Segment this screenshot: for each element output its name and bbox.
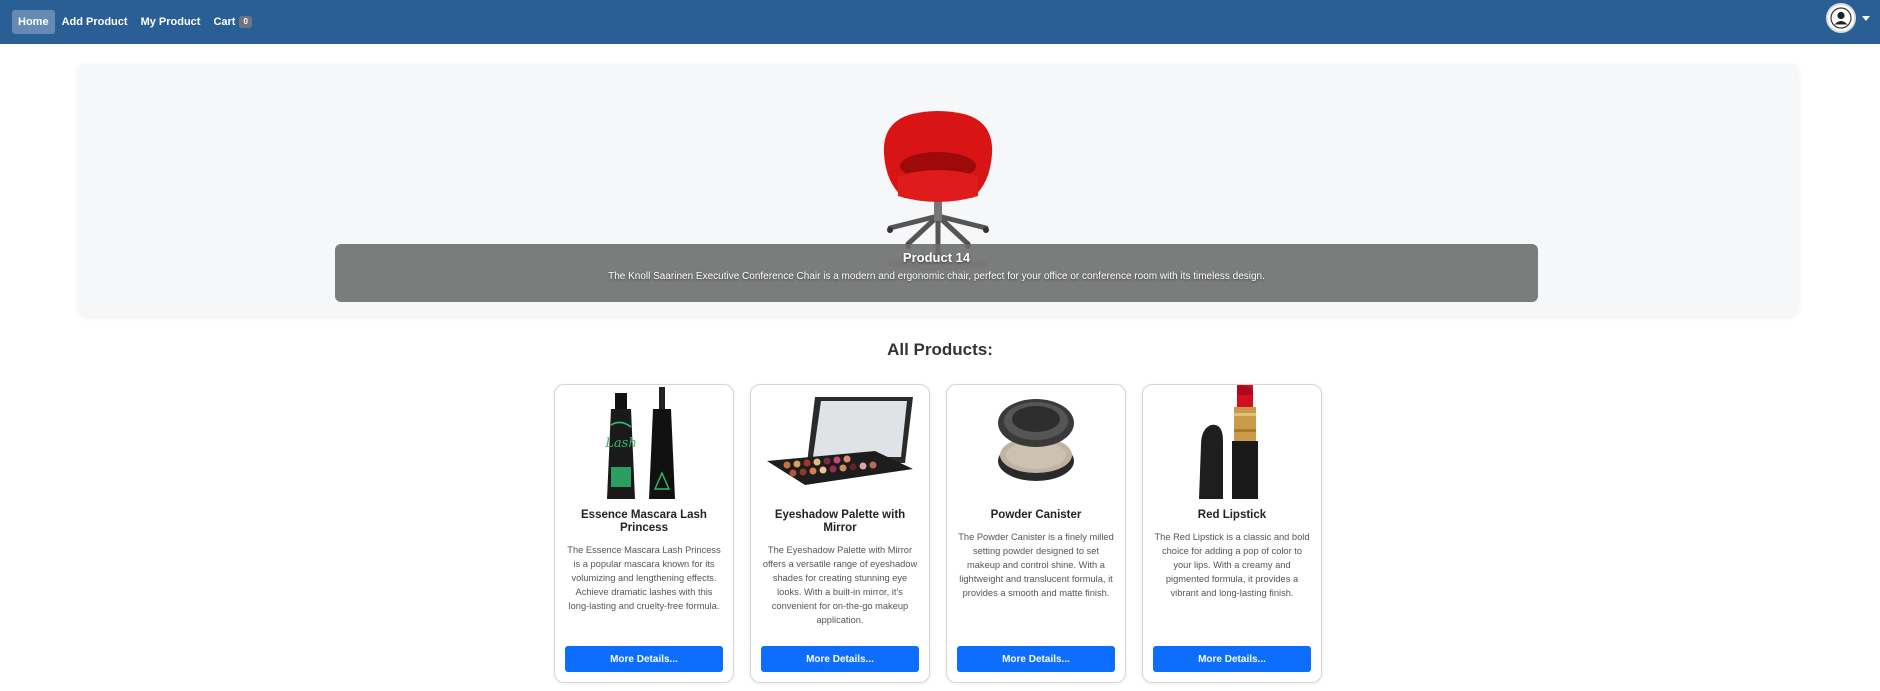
user-avatar-icon [1830,7,1852,29]
cart-count-badge: 0 [239,16,252,28]
svg-text:Lash: Lash [604,436,636,451]
product-description: The Eyeshadow Palette with Mirror offers… [762,545,918,625]
nav-my-product-link[interactable]: My Product [135,10,207,34]
user-menu[interactable] [1826,3,1870,33]
nav-home-link[interactable]: Home [12,10,55,34]
product-title: Red Lipstick [1197,509,1267,521]
navbar: Home Add Product My Product Cart 0 [0,0,1880,44]
product-card: Red Lipstick The Red Lipstick is a class… [1142,384,1322,683]
more-details-button[interactable]: More Details... [761,646,919,672]
carousel-caption: Product 14 The Knoll Saarinen Executive … [335,244,1538,302]
product-description: The Powder Canister is a finely milled s… [958,532,1114,598]
product-image-powder-canister [947,385,1125,499]
product-card: Powder Canister The Powder Canister is a… [946,384,1126,683]
chevron-down-icon[interactable] [1862,15,1870,21]
section-title: All Products: [887,340,993,359]
product-description: The Red Lipstick is a classic and bold c… [1154,532,1310,598]
avatar[interactable] [1826,3,1856,33]
product-card: Lash Essence Mascara Lash Princess The E… [554,384,734,683]
more-details-button[interactable]: More Details... [1153,646,1311,672]
product-image-red-lipstick [1143,385,1321,499]
more-details-button[interactable]: More Details... [957,646,1115,672]
product-title: Powder Canister [990,509,1082,521]
cart-label: Cart [213,16,236,28]
product-title: Essence Mascara Lash Princess [581,509,707,534]
featured-product-carousel[interactable]: Product 14 The Knoll Saarinen Executive … [78,64,1798,316]
product-description: The Essence Mascara Lash Princess is a p… [567,545,721,611]
product-grid: Lash Essence Mascara Lash Princess The E… [554,384,1322,683]
product-image-eyeshadow-palette [751,385,929,499]
more-details-button[interactable]: More Details... [565,646,723,672]
product-card: Eyeshadow Palette with Mirror The Eyesha… [750,384,930,683]
carousel-title: Product 14 [902,250,971,265]
carousel-description: The Knoll Saarinen Executive Conference … [608,271,1265,282]
nav-cart-link[interactable]: Cart 0 [207,10,257,34]
product-title: Eyeshadow Palette with Mirror [774,509,906,534]
nav-add-product-link[interactable]: Add Product [56,10,134,34]
product-image-mascara: Lash [555,385,733,499]
